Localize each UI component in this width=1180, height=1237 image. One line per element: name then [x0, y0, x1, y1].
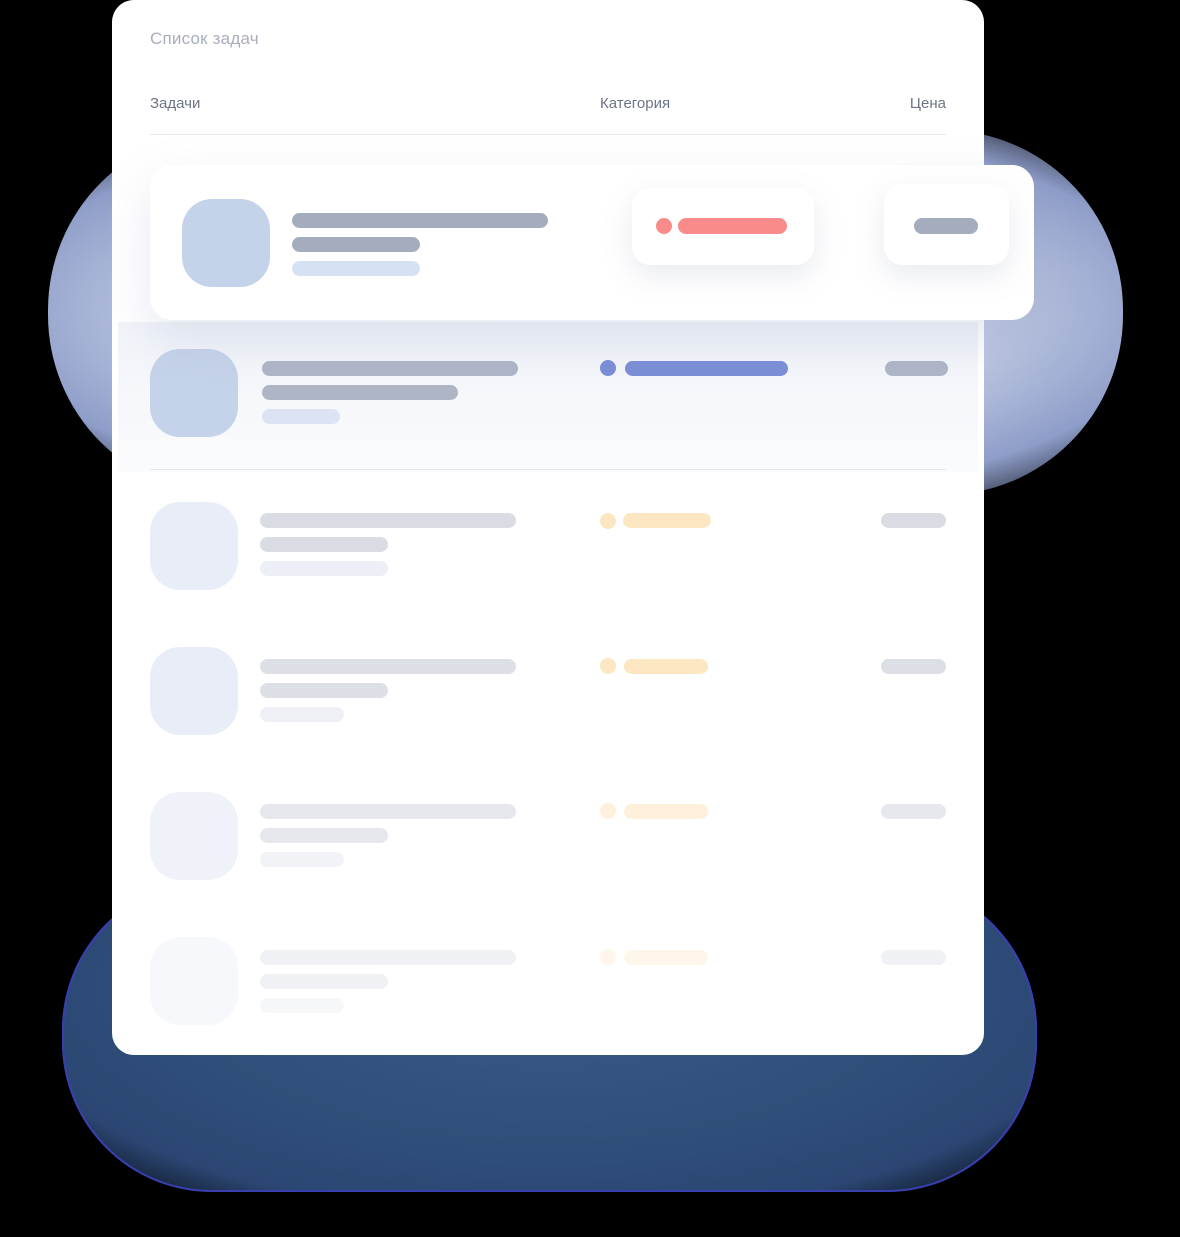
- task-title-skeleton: [262, 361, 518, 376]
- column-header-category: Категория: [600, 95, 671, 112]
- task-meta-skeleton: [260, 998, 344, 1013]
- card-title: Список задач: [150, 29, 259, 48]
- task-thumbnail: [150, 349, 238, 437]
- category-tag: [624, 804, 708, 819]
- task-thumbnail: [150, 647, 238, 735]
- task-title-skeleton: [260, 804, 516, 819]
- task-subtitle-skeleton: [260, 828, 388, 843]
- task-title-skeleton: [292, 213, 548, 228]
- category-tag: [678, 218, 787, 234]
- price-skeleton: [881, 513, 946, 528]
- price-skeleton: [885, 361, 948, 376]
- task-subtitle-skeleton: [260, 537, 388, 552]
- task-thumbnail: [182, 199, 270, 287]
- category-tag: [624, 659, 708, 674]
- task-meta-skeleton: [262, 409, 340, 424]
- row-hover-background: [118, 322, 978, 472]
- task-meta-skeleton: [260, 561, 388, 576]
- task-thumbnail: [150, 792, 238, 880]
- task-meta-skeleton: [260, 707, 344, 722]
- task-thumbnail: [150, 937, 238, 1025]
- task-title-skeleton: [260, 513, 516, 528]
- category-dot: [600, 360, 616, 376]
- category-dot: [600, 949, 616, 965]
- task-subtitle-skeleton: [260, 974, 388, 989]
- task-meta-skeleton: [292, 261, 420, 276]
- task-meta-skeleton: [260, 852, 344, 867]
- header-divider: [150, 134, 946, 135]
- category-tag: [625, 361, 788, 376]
- column-header-price: Цена: [909, 95, 946, 112]
- price-skeleton: [881, 804, 946, 819]
- task-subtitle-skeleton: [260, 683, 388, 698]
- category-tag: [624, 950, 708, 965]
- task-list-card: Список задач Задачи Категория Цена: [112, 0, 984, 1055]
- card-bottom: [118, 1000, 978, 1055]
- task-subtitle-skeleton: [292, 237, 420, 252]
- category-tag: [623, 513, 711, 528]
- price-skeleton: [881, 950, 946, 965]
- category-dot: [600, 658, 616, 674]
- row-divider: [150, 469, 946, 470]
- task-subtitle-skeleton: [262, 385, 458, 400]
- category-dot: [600, 803, 616, 819]
- task-thumbnail: [150, 502, 238, 590]
- category-dot: [600, 513, 616, 529]
- column-header-tasks: Задачи: [150, 95, 201, 112]
- category-dot: [656, 218, 672, 234]
- price-skeleton: [881, 659, 946, 674]
- task-title-skeleton: [260, 659, 516, 674]
- price-skeleton: [914, 218, 978, 234]
- task-title-skeleton: [260, 950, 516, 965]
